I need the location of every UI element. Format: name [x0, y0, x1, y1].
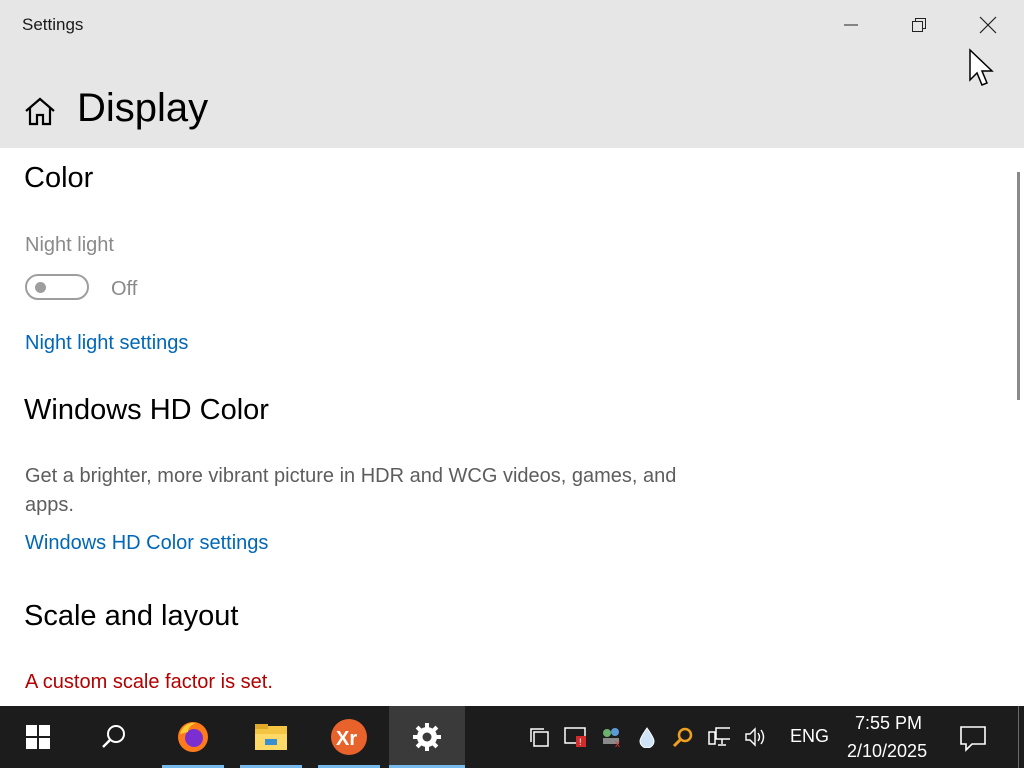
mouse-cursor-icon	[969, 48, 994, 86]
start-button[interactable]	[0, 706, 76, 768]
search-button[interactable]	[76, 706, 152, 768]
close-icon	[979, 16, 997, 34]
app-title: Settings	[22, 15, 84, 34]
scrollbar-thumb[interactable]	[1017, 172, 1020, 400]
night-light-label: Night light	[25, 234, 114, 256]
custom-scale-warning: A custom scale factor is set.	[25, 671, 273, 693]
action-center-icon[interactable]	[958, 724, 988, 752]
minimize-button[interactable]	[817, 0, 885, 50]
settings-content: Color Night light Off Night light settin…	[0, 148, 1012, 706]
firefox-icon	[178, 722, 208, 752]
svg-text:Xr: Xr	[336, 728, 357, 750]
title-bar: Settings Display	[0, 0, 1024, 148]
restore-icon	[912, 18, 926, 32]
scale-layout-heading: Scale and layout	[24, 600, 239, 632]
svg-text:!: !	[579, 737, 582, 747]
hd-color-description: Get a brighter, more vibrant picture in …	[25, 465, 677, 516]
xr-app-icon: Xr	[331, 719, 367, 755]
home-icon[interactable]	[24, 96, 56, 128]
close-button[interactable]	[954, 0, 1022, 50]
night-light-state: Off	[111, 278, 138, 300]
color-heading: Color	[24, 162, 94, 194]
security-alert-icon[interactable]: !	[564, 726, 586, 748]
restore-button[interactable]	[885, 0, 953, 50]
show-desktop-button[interactable]	[1018, 706, 1019, 768]
page-title: Display	[77, 86, 209, 130]
taskbar-file-explorer[interactable]	[240, 706, 302, 768]
search-icon	[102, 725, 125, 748]
network-icon[interactable]	[708, 726, 730, 748]
task-view-icon[interactable]	[528, 726, 550, 748]
network-people-icon[interactable]: x	[600, 726, 622, 748]
svg-text:x: x	[615, 739, 620, 748]
taskbar-firefox[interactable]	[162, 706, 224, 768]
settings-gear-icon	[413, 723, 441, 751]
taskbar-settings[interactable]	[389, 706, 465, 768]
clock-time[interactable]: 7:55 PM	[855, 713, 922, 734]
night-light-settings-link[interactable]: Night light settings	[25, 332, 188, 355]
hd-color-heading: Windows HD Color	[24, 394, 269, 426]
minimize-icon	[844, 24, 858, 26]
night-light-toggle[interactable]	[25, 274, 89, 300]
hd-color-settings-link[interactable]: Windows HD Color settings	[25, 532, 268, 555]
toggle-knob	[35, 282, 46, 293]
windows-logo-icon	[26, 725, 50, 749]
file-explorer-icon	[255, 724, 287, 750]
clock-date[interactable]: 2/10/2025	[847, 741, 927, 762]
language-indicator[interactable]: ENG	[790, 726, 829, 747]
scrollbar[interactable]	[1012, 148, 1024, 706]
volume-icon[interactable]	[744, 726, 766, 748]
water-drop-icon[interactable]	[636, 726, 658, 748]
search-tool-icon[interactable]	[672, 726, 694, 748]
taskbar-xr-app[interactable]: Xr	[318, 706, 380, 768]
